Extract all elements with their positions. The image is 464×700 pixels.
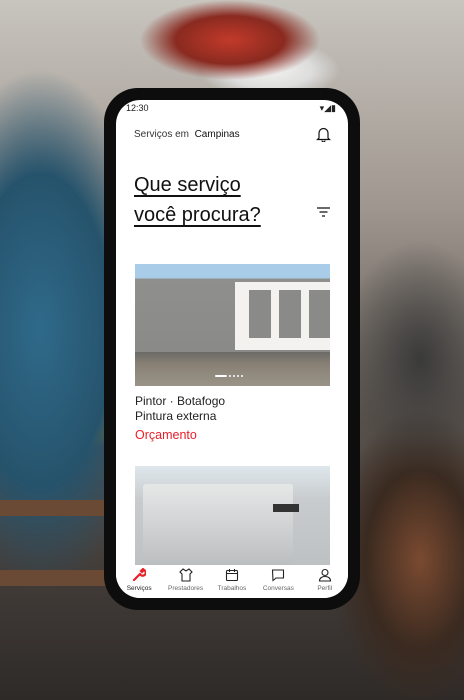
status-time: 12:30	[126, 103, 149, 113]
bottom-nav: Serviços Prestadores Trabalhos Conversas…	[116, 565, 348, 598]
shirt-icon	[178, 568, 193, 582]
user-icon	[318, 568, 331, 582]
chat-icon	[272, 569, 285, 582]
filter-icon[interactable]	[317, 207, 330, 217]
status-bar: 12:30 ▾◢▮	[126, 103, 336, 114]
phone-mockup: 12:30 ▾◢▮ Serviços em Campinas Que servi…	[104, 88, 360, 610]
nav-item-perfil[interactable]: Perfil	[303, 568, 347, 598]
card-service: Pintura externa	[135, 409, 217, 423]
nav-label: Serviços	[126, 585, 152, 592]
title-line-1: Que serviço	[134, 174, 241, 196]
nav-item-prestadores[interactable]: Prestadores	[164, 568, 208, 598]
nav-item-servicos[interactable]: Serviços	[117, 568, 161, 598]
card-meta: Pintor · Botafogo Pintura externa	[135, 394, 225, 424]
status-icons: ▾◢▮	[319, 103, 336, 113]
page-title: Que serviço você procura?	[134, 170, 261, 230]
nav-item-conversas[interactable]: Conversas	[256, 568, 300, 598]
card-image[interactable]	[135, 264, 330, 386]
nav-label: Prestadores	[168, 585, 204, 592]
card-category: Pintor · Botafogo	[135, 394, 226, 408]
metal-bar	[0, 500, 120, 516]
wall-photo	[235, 282, 330, 350]
carousel-dots[interactable]	[215, 375, 243, 377]
quote-link[interactable]: Orçamento	[135, 428, 197, 442]
metal-bar	[0, 570, 110, 586]
location-selector[interactable]: Serviços em Campinas	[134, 129, 240, 140]
title-line-2: você procura?	[134, 204, 261, 226]
nav-label: Perfil	[317, 585, 333, 592]
calendar-icon	[225, 569, 239, 582]
bell-icon[interactable]	[316, 126, 331, 142]
card-image-2[interactable]	[135, 466, 330, 576]
location-value: Campinas	[194, 129, 240, 140]
app-screen: 12:30 ▾◢▮ Serviços em Campinas Que servi…	[116, 100, 348, 598]
dishwasher-photo	[143, 484, 293, 576]
wrench-icon	[133, 568, 147, 582]
location-prefix: Serviços em	[134, 129, 190, 140]
nav-label: Conversas	[262, 585, 294, 592]
nav-item-trabalhos[interactable]: Trabalhos	[210, 568, 254, 598]
nav-label: Trabalhos	[217, 585, 247, 592]
dishwasher-panel	[273, 504, 299, 512]
